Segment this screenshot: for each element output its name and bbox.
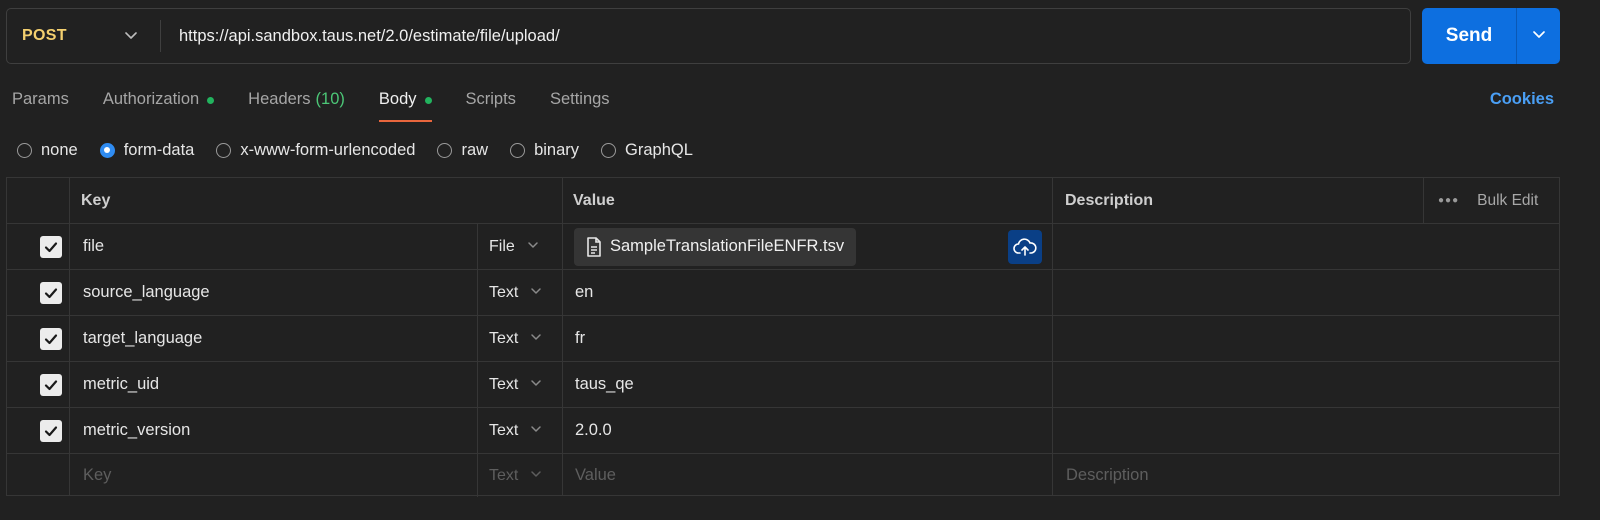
new-type-select[interactable]: Text — [489, 454, 542, 497]
row-value[interactable]: fr — [575, 316, 585, 361]
status-dot — [207, 97, 215, 104]
column-divider — [1423, 178, 1424, 223]
checkbox-checked-icon[interactable] — [40, 327, 62, 350]
table-header-row: Key Value Description ●●● Bulk Edit — [7, 178, 1559, 224]
file-name: SampleTranslationFileENFR.tsv — [610, 237, 845, 255]
row-type-select[interactable]: Text — [489, 316, 542, 361]
checkbox-checked-icon[interactable] — [40, 419, 62, 442]
method-label: POST — [22, 27, 67, 44]
chevron-down-icon — [530, 422, 542, 440]
row-checkbox[interactable] — [40, 316, 62, 361]
radio-form-data[interactable]: form-data — [99, 141, 194, 160]
tab-settings[interactable]: Settings — [550, 86, 610, 122]
row-key[interactable]: source_language — [83, 270, 210, 315]
chevron-down-icon — [530, 330, 542, 348]
chevron-down-icon — [1531, 26, 1547, 47]
radio-binary[interactable]: binary — [510, 141, 579, 160]
row-type-select[interactable]: Text — [489, 408, 542, 453]
chevron-down-icon — [530, 376, 542, 394]
chevron-down-icon — [124, 28, 138, 47]
row-type-select[interactable]: Text — [489, 270, 542, 315]
headers-count: (10) — [315, 90, 345, 108]
chevron-down-icon — [527, 238, 539, 256]
column-divider — [477, 362, 478, 407]
row-type-select[interactable]: Text — [489, 362, 542, 407]
radio-circle — [216, 142, 232, 158]
tab-headers[interactable]: Headers (10) — [248, 86, 345, 122]
header-key: Key — [81, 191, 111, 209]
row-value[interactable]: en — [575, 270, 593, 315]
column-divider — [477, 270, 478, 315]
send-options-button[interactable] — [1517, 8, 1560, 64]
row-checkbox[interactable] — [40, 408, 62, 453]
bulk-edit-button[interactable]: ●●● Bulk Edit — [1438, 178, 1538, 223]
checkbox-checked-icon[interactable] — [40, 235, 62, 258]
form-data-table: Key Value Description ●●● Bulk Edit file… — [6, 177, 1560, 497]
method-select[interactable]: POST — [7, 9, 160, 63]
row-key[interactable]: file — [83, 224, 104, 269]
file-icon — [587, 236, 601, 257]
new-row: Key Text Value Description — [7, 454, 1559, 497]
checkbox-checked-icon[interactable] — [40, 281, 62, 304]
status-dot — [424, 97, 432, 104]
radio-x-www-form-urlencoded[interactable]: x-www-form-urlencoded — [216, 141, 415, 160]
row-checkbox[interactable] — [40, 224, 62, 269]
cloud-upload-icon[interactable] — [1008, 229, 1042, 264]
radio-circle — [99, 142, 115, 158]
row-value[interactable]: SampleTranslationFileENFR.tsv — [574, 224, 857, 269]
more-icon: ●●● — [1438, 195, 1460, 206]
chevron-down-icon — [530, 467, 542, 485]
table-row: file File SampleTranslationFileENFR.tsv — [7, 224, 1559, 270]
body-type-radios: none form-data x-www-form-urlencoded raw… — [17, 139, 715, 161]
upload-file-button[interactable] — [1008, 224, 1042, 269]
header-description: Description — [1065, 191, 1154, 209]
tab-body[interactable]: Body — [378, 86, 432, 122]
row-type-select[interactable]: File — [489, 224, 539, 269]
row-value[interactable]: 2.0.0 — [575, 408, 612, 453]
request-tabs: Params Authorization Headers (10) Body Sc… — [12, 86, 644, 122]
tab-scripts[interactable]: Scripts — [466, 86, 516, 122]
row-key[interactable]: target_language — [83, 316, 202, 361]
new-value-input[interactable]: Value — [575, 454, 616, 497]
table-row: source_language Text en — [7, 270, 1559, 316]
radio-circle — [437, 142, 453, 158]
send-button-group: Send — [1422, 8, 1560, 64]
row-checkbox[interactable] — [40, 270, 62, 315]
radio-circle — [17, 142, 32, 158]
row-key[interactable]: metric_uid — [83, 362, 159, 407]
table-row: metric_uid Text taus_qe — [7, 362, 1559, 408]
file-chip[interactable]: SampleTranslationFileENFR.tsv — [574, 227, 857, 266]
radio-raw[interactable]: raw — [437, 141, 488, 160]
table-row: target_language Text fr — [7, 316, 1559, 362]
tab-params[interactable]: Params — [12, 86, 69, 122]
radio-graphql[interactable]: GraphQL — [601, 141, 693, 160]
column-divider — [477, 224, 478, 269]
column-divider — [477, 408, 478, 453]
column-divider — [477, 316, 478, 361]
column-divider — [477, 454, 478, 497]
row-checkbox[interactable] — [40, 362, 62, 407]
checkbox-checked-icon[interactable] — [40, 373, 62, 396]
row-key[interactable]: metric_version — [83, 408, 190, 453]
header-value: Value — [573, 191, 615, 209]
new-description-input[interactable]: Description — [1066, 454, 1149, 497]
radio-circle — [510, 142, 526, 158]
chevron-down-icon — [530, 284, 542, 302]
request-url-bar: POST — [6, 8, 1411, 64]
tab-authorization[interactable]: Authorization — [103, 86, 215, 122]
table-row: metric_version Text 2.0.0 — [7, 408, 1559, 454]
radio-none[interactable]: none — [17, 141, 78, 160]
new-key-input[interactable]: Key — [83, 454, 111, 497]
send-button[interactable]: Send — [1422, 8, 1516, 64]
url-input[interactable] — [161, 9, 1410, 63]
radio-circle — [601, 142, 617, 158]
cookies-link[interactable]: Cookies — [1490, 90, 1554, 109]
row-value[interactable]: taus_qe — [575, 362, 634, 407]
